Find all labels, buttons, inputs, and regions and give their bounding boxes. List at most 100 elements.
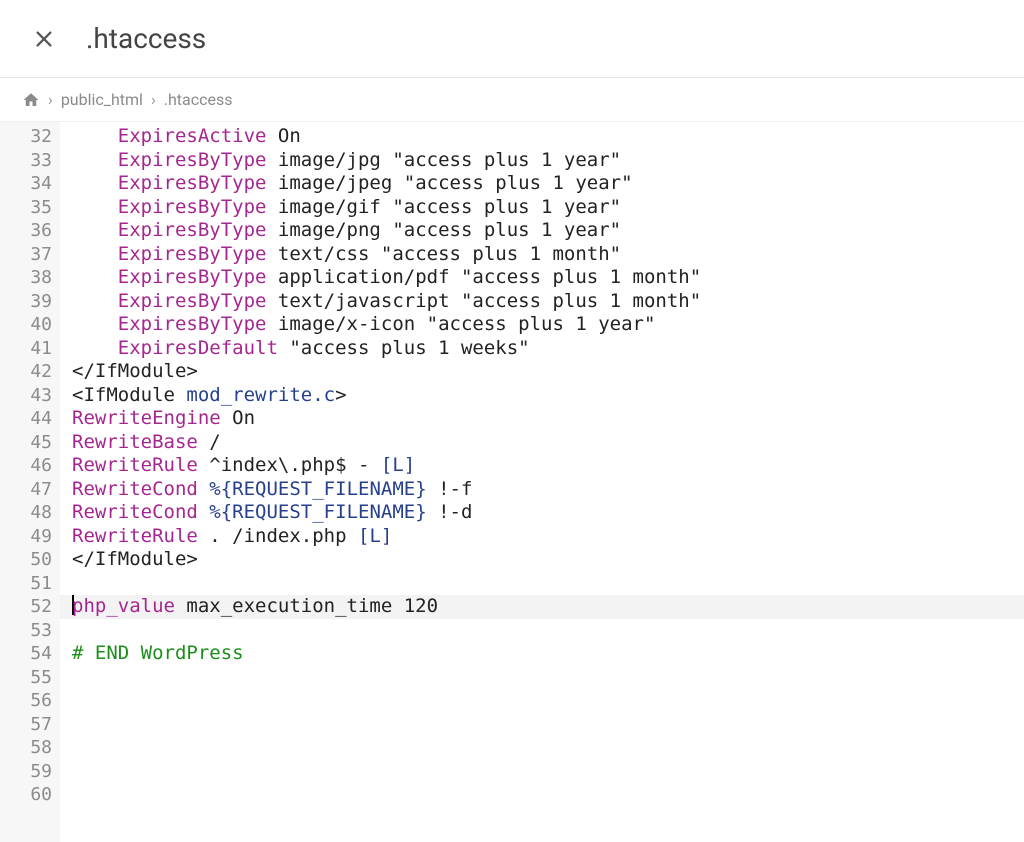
code-token: max_execution_time 120 bbox=[175, 595, 438, 617]
code-token: # END WordPress bbox=[72, 642, 244, 664]
code-token: ExpiresByType bbox=[118, 243, 267, 265]
code-token: ExpiresActive bbox=[118, 125, 267, 147]
line-number: 51 bbox=[0, 572, 52, 596]
code-token: image/gif "access plus 1 year" bbox=[266, 196, 621, 218]
home-icon[interactable] bbox=[22, 91, 40, 109]
code-token: %{REQUEST_FILENAME} bbox=[209, 501, 426, 523]
code-line[interactable]: RewriteRule . /index.php [L] bbox=[72, 525, 1024, 549]
code-area[interactable]: ExpiresActive On ExpiresByType image/jpg… bbox=[60, 122, 1024, 842]
line-number: 56 bbox=[0, 689, 52, 713]
code-token: ExpiresByType bbox=[118, 149, 267, 171]
code-line[interactable]: RewriteEngine On bbox=[72, 407, 1024, 431]
code-token: RewriteCond bbox=[72, 478, 198, 500]
code-line[interactable]: RewriteRule ^index\.php$ - [L] bbox=[72, 454, 1024, 478]
code-line[interactable]: ExpiresByType image/jpg "access plus 1 y… bbox=[72, 149, 1024, 173]
code-token bbox=[198, 478, 209, 500]
code-line[interactable] bbox=[72, 666, 1024, 690]
line-number: 38 bbox=[0, 266, 52, 290]
code-token: ExpiresByType bbox=[118, 172, 267, 194]
code-line[interactable]: ExpiresByType image/x-icon "access plus … bbox=[72, 313, 1024, 337]
file-title: .htaccess bbox=[86, 22, 206, 55]
line-number: 48 bbox=[0, 501, 52, 525]
line-number: 41 bbox=[0, 337, 52, 361]
code-token: ^index\.php$ - bbox=[198, 454, 381, 476]
code-token: !-f bbox=[427, 478, 473, 500]
code-token: </IfModule> bbox=[72, 360, 198, 382]
code-token: RewriteEngine bbox=[72, 407, 221, 429]
line-number: 54 bbox=[0, 642, 52, 666]
code-line[interactable]: ExpiresByType image/png "access plus 1 y… bbox=[72, 219, 1024, 243]
code-line[interactable]: ExpiresByType image/jpeg "access plus 1 … bbox=[72, 172, 1024, 196]
code-token: / bbox=[198, 431, 221, 453]
code-token: "access plus 1 weeks" bbox=[278, 337, 530, 359]
line-number: 37 bbox=[0, 243, 52, 267]
code-editor[interactable]: 3233343536373839404142434445464748495051… bbox=[0, 122, 1024, 842]
chevron-right-icon: › bbox=[151, 90, 156, 109]
code-token: [L] bbox=[381, 454, 415, 476]
line-number: 33 bbox=[0, 149, 52, 173]
code-token: RewriteCond bbox=[72, 501, 198, 523]
code-line[interactable] bbox=[72, 736, 1024, 760]
line-number: 53 bbox=[0, 619, 52, 643]
code-line[interactable]: php_value max_execution_time 120 bbox=[60, 595, 1024, 619]
breadcrumb-item[interactable]: public_html bbox=[61, 90, 143, 109]
line-number: 32 bbox=[0, 125, 52, 149]
line-number: 34 bbox=[0, 172, 52, 196]
code-line[interactable]: # END WordPress bbox=[72, 642, 1024, 666]
code-token: mod_rewrite.c bbox=[186, 384, 335, 406]
code-token: <IfModule bbox=[72, 384, 186, 406]
line-number: 44 bbox=[0, 407, 52, 431]
code-token: </IfModule> bbox=[72, 548, 198, 570]
code-token: ExpiresByType bbox=[118, 219, 267, 241]
line-number: 43 bbox=[0, 384, 52, 408]
code-line[interactable]: ExpiresByType text/javascript "access pl… bbox=[72, 290, 1024, 314]
code-line[interactable]: </IfModule> bbox=[72, 548, 1024, 572]
code-token: ExpiresByType bbox=[118, 313, 267, 335]
code-line[interactable] bbox=[72, 689, 1024, 713]
close-button[interactable] bbox=[20, 15, 68, 63]
line-number: 45 bbox=[0, 431, 52, 455]
code-line[interactable]: ExpiresByType image/gif "access plus 1 y… bbox=[72, 196, 1024, 220]
code-token: !-d bbox=[427, 501, 473, 523]
code-token: RewriteRule bbox=[72, 454, 198, 476]
line-number: 42 bbox=[0, 360, 52, 384]
breadcrumb: › public_html › .htaccess bbox=[0, 78, 1024, 122]
line-number: 47 bbox=[0, 478, 52, 502]
code-line[interactable]: RewriteCond %{REQUEST_FILENAME} !-d bbox=[72, 501, 1024, 525]
code-line[interactable]: ExpiresActive On bbox=[72, 125, 1024, 149]
code-token: text/javascript "access plus 1 month" bbox=[266, 290, 701, 312]
code-token: On bbox=[266, 125, 300, 147]
code-token: [L] bbox=[358, 525, 392, 547]
code-token: . /index.php bbox=[198, 525, 358, 547]
code-line[interactable] bbox=[72, 619, 1024, 643]
code-token: php_value bbox=[72, 595, 175, 617]
code-line[interactable] bbox=[72, 713, 1024, 737]
code-token: text/css "access plus 1 month" bbox=[266, 243, 621, 265]
code-line[interactable]: ExpiresDefault "access plus 1 weeks" bbox=[72, 337, 1024, 361]
code-token: application/pdf "access plus 1 month" bbox=[266, 266, 701, 288]
code-token: ExpiresDefault bbox=[118, 337, 278, 359]
line-number: 39 bbox=[0, 290, 52, 314]
line-number: 60 bbox=[0, 783, 52, 807]
code-line[interactable]: RewriteBase / bbox=[72, 431, 1024, 455]
editor-header: .htaccess bbox=[0, 0, 1024, 78]
line-number-gutter: 3233343536373839404142434445464748495051… bbox=[0, 122, 60, 842]
line-number: 52 bbox=[0, 595, 52, 619]
close-icon bbox=[33, 28, 55, 50]
line-number: 36 bbox=[0, 219, 52, 243]
code-line[interactable]: ExpiresByType text/css "access plus 1 mo… bbox=[72, 243, 1024, 267]
code-line[interactable] bbox=[72, 572, 1024, 596]
breadcrumb-item[interactable]: .htaccess bbox=[164, 90, 233, 109]
code-line[interactable] bbox=[72, 783, 1024, 807]
line-number: 35 bbox=[0, 196, 52, 220]
code-line[interactable]: RewriteCond %{REQUEST_FILENAME} !-f bbox=[72, 478, 1024, 502]
code-token: RewriteBase bbox=[72, 431, 198, 453]
line-number: 50 bbox=[0, 548, 52, 572]
code-line[interactable]: <IfModule mod_rewrite.c> bbox=[72, 384, 1024, 408]
code-line[interactable]: </IfModule> bbox=[72, 360, 1024, 384]
line-number: 46 bbox=[0, 454, 52, 478]
code-token: image/x-icon "access plus 1 year" bbox=[266, 313, 655, 335]
code-token: image/jpg "access plus 1 year" bbox=[266, 149, 621, 171]
code-line[interactable] bbox=[72, 760, 1024, 784]
code-line[interactable]: ExpiresByType application/pdf "access pl… bbox=[72, 266, 1024, 290]
